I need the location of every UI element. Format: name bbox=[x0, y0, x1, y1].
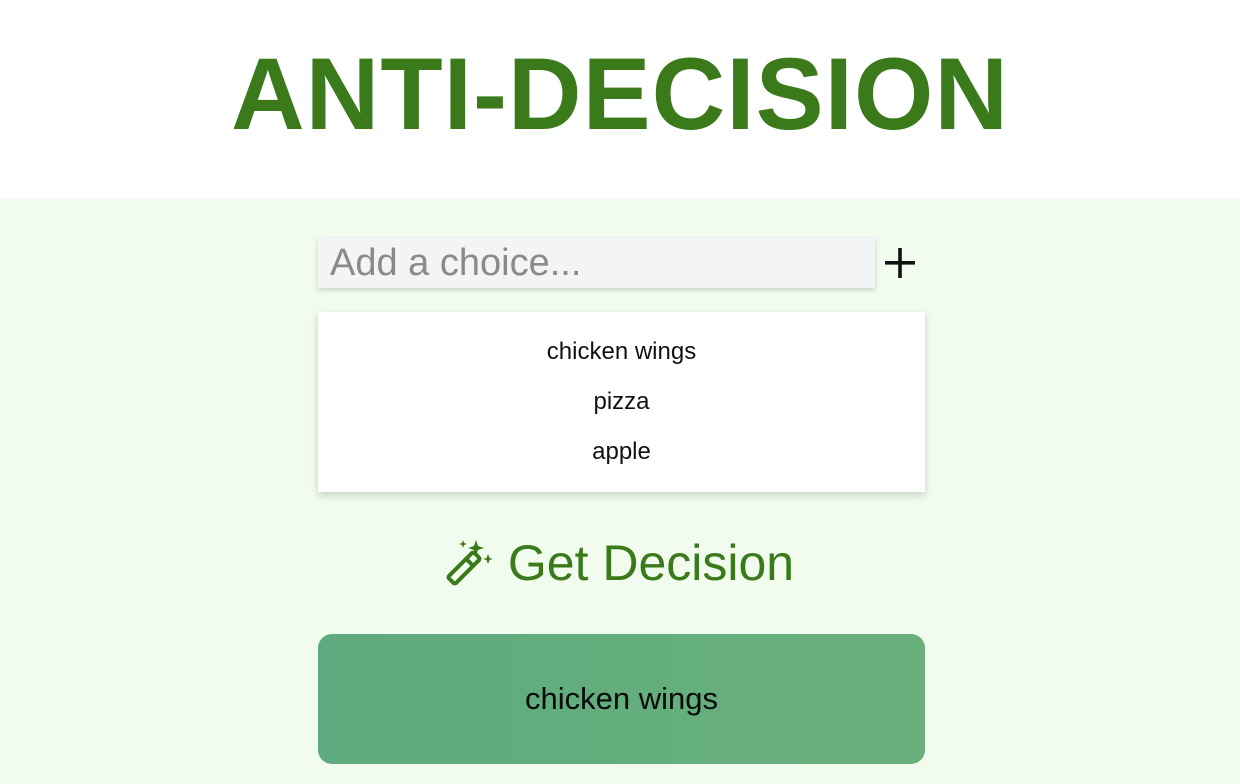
choice-list: chicken wings pizza apple bbox=[318, 312, 925, 492]
plus-icon bbox=[878, 238, 922, 288]
magic-wand-icon bbox=[446, 538, 494, 589]
choice-input[interactable] bbox=[318, 238, 875, 288]
add-choice-button[interactable] bbox=[878, 238, 922, 288]
choice-item[interactable]: pizza bbox=[318, 377, 925, 427]
main-panel: chicken wings pizza apple Get Decision c… bbox=[0, 198, 1240, 784]
choice-item[interactable]: chicken wings bbox=[318, 327, 925, 377]
get-decision-button[interactable]: Get Decision bbox=[440, 528, 800, 598]
choice-item[interactable]: apple bbox=[318, 427, 925, 477]
header: ANTI-DECISION bbox=[0, 0, 1240, 198]
decision-result: chicken wings bbox=[318, 634, 925, 764]
get-decision-label: Get Decision bbox=[507, 535, 795, 591]
app-title: ANTI-DECISION bbox=[231, 37, 1009, 151]
decision-result-text: chicken wings bbox=[525, 681, 718, 716]
